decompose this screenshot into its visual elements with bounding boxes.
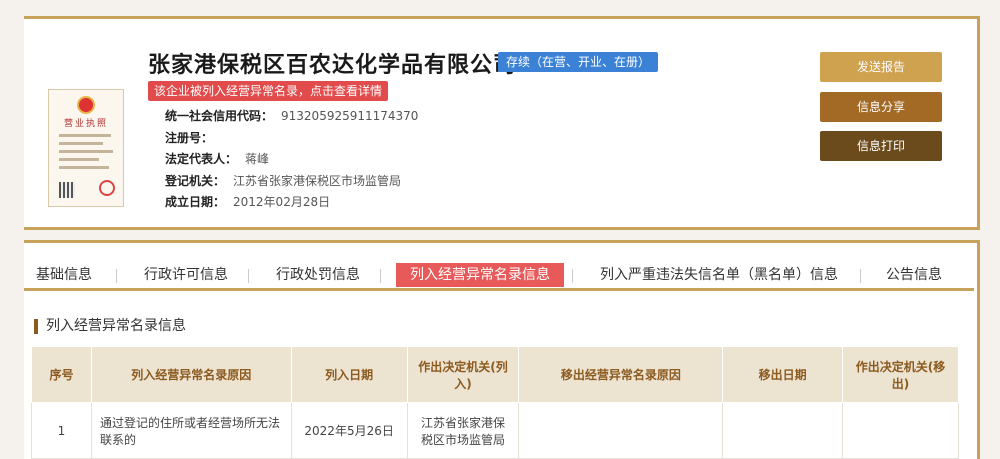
registration-authority-label: 登记机关： <box>165 174 226 188</box>
credit-code-value: 913205925911174370 <box>281 109 419 123</box>
business-license-image[interactable]: 营业执照 <box>48 89 124 207</box>
company-card: 营业执照 张家港保税区百农达化学品有限公司 存续（在营、开业、在册） 该企业被列… <box>24 16 980 230</box>
registration-authority-value: 江苏省张家港保税区市场监管局 <box>233 174 402 188</box>
table-cell <box>842 402 959 459</box>
establishment-date-value: 2012年02月28日 <box>233 195 331 209</box>
table-cell: 2022年5月26日 <box>290 402 408 459</box>
abnormal-list-warning-link[interactable]: 该企业被列入经营异常名录，点击查看详情 <box>148 81 389 101</box>
table-header-row: 序号 列入经营异常名录原因 列入日期 作出决定机关(列入) 移出经营异常名录原因… <box>31 346 959 403</box>
legal-representative-label: 法定代表人： <box>165 152 238 166</box>
official-stamp-icon <box>99 180 115 196</box>
table-cell: 1 <box>31 402 92 459</box>
print-info-button[interactable]: 信息打印 <box>820 131 942 161</box>
license-text-line <box>59 142 103 145</box>
column-header: 移出经营异常名录原因 <box>518 346 724 403</box>
license-text-line <box>59 158 99 161</box>
column-header: 列入经营异常名录原因 <box>90 346 292 403</box>
tab-basic-info[interactable]: 基础信息 <box>36 263 92 287</box>
share-info-button[interactable]: 信息分享 <box>820 92 942 122</box>
send-report-button[interactable]: 发送报告 <box>820 52 942 82</box>
tab-admin-penalty[interactable]: 行政处罚信息 <box>276 263 360 287</box>
registration-number-label: 注册号： <box>165 131 214 145</box>
abnormal-list-table: 序号 列入经营异常名录原因 列入日期 作出决定机关(列入) 移出经营异常名录原因… <box>31 346 959 459</box>
establishment-date-row: 成立日期： 2012年02月28日 <box>165 193 330 210</box>
tab-admin-permit[interactable]: 行政许可信息 <box>144 263 228 287</box>
column-header: 作出决定机关(移出) <box>842 346 959 403</box>
table-cell <box>722 402 844 459</box>
tab-blacklist[interactable]: 列入严重违法失信名单（黑名单）信息 <box>600 263 838 287</box>
table-cell: 江苏省张家港保税区市场监管局 <box>406 402 520 459</box>
details-panel: 基础信息 行政许可信息 行政处罚信息 列入经营异常名录信息 列入严重违法失信名单… <box>24 240 980 459</box>
license-text-line <box>59 150 113 153</box>
license-text-line <box>59 134 111 137</box>
license-text-line <box>59 166 109 169</box>
tab-divider <box>860 269 861 283</box>
column-header: 序号 <box>31 346 92 403</box>
national-emblem-icon <box>77 96 95 114</box>
column-header: 列入日期 <box>290 346 408 403</box>
tab-divider <box>380 269 381 283</box>
credit-code-row: 统一社会信用代码： 913205925911174370 <box>165 107 418 124</box>
registration-authority-row: 登记机关： 江苏省张家港保税区市场监管局 <box>165 172 401 189</box>
table-row: 1 通过登记的住所或者经营场所无法联系的 2022年5月26日 江苏省张家港保税… <box>31 402 959 459</box>
column-header: 作出决定机关(列入) <box>406 346 520 403</box>
tab-divider <box>116 269 117 283</box>
tab-divider <box>248 269 249 283</box>
table-cell: 通过登记的住所或者经营场所无法联系的 <box>90 402 292 459</box>
company-name: 张家港保税区百农达化学品有限公司 <box>148 52 517 77</box>
tab-abnormal-list[interactable]: 列入经营异常名录信息 <box>396 263 564 287</box>
tab-announcements[interactable]: 公告信息 <box>886 263 942 287</box>
legal-representative-row: 法定代表人： 蒋峰 <box>165 150 269 167</box>
column-header: 移出日期 <box>722 346 844 403</box>
credit-code-label: 统一社会信用代码： <box>165 109 274 123</box>
registration-number-row: 注册号： <box>165 129 221 146</box>
tab-divider <box>572 269 573 283</box>
legal-representative-value: 蒋峰 <box>245 152 270 166</box>
section-title: 列入经营异常名录信息 <box>34 319 186 334</box>
establishment-date-label: 成立日期： <box>165 195 226 209</box>
status-badge: 存续（在营、开业、在册） <box>498 52 659 72</box>
table-cell <box>518 402 724 459</box>
qr-code-icon <box>59 182 75 198</box>
license-title: 营业执照 <box>63 119 108 129</box>
tab-bar: 基础信息 行政许可信息 行政处罚信息 列入经营异常名录信息 列入严重违法失信名单… <box>24 257 974 291</box>
